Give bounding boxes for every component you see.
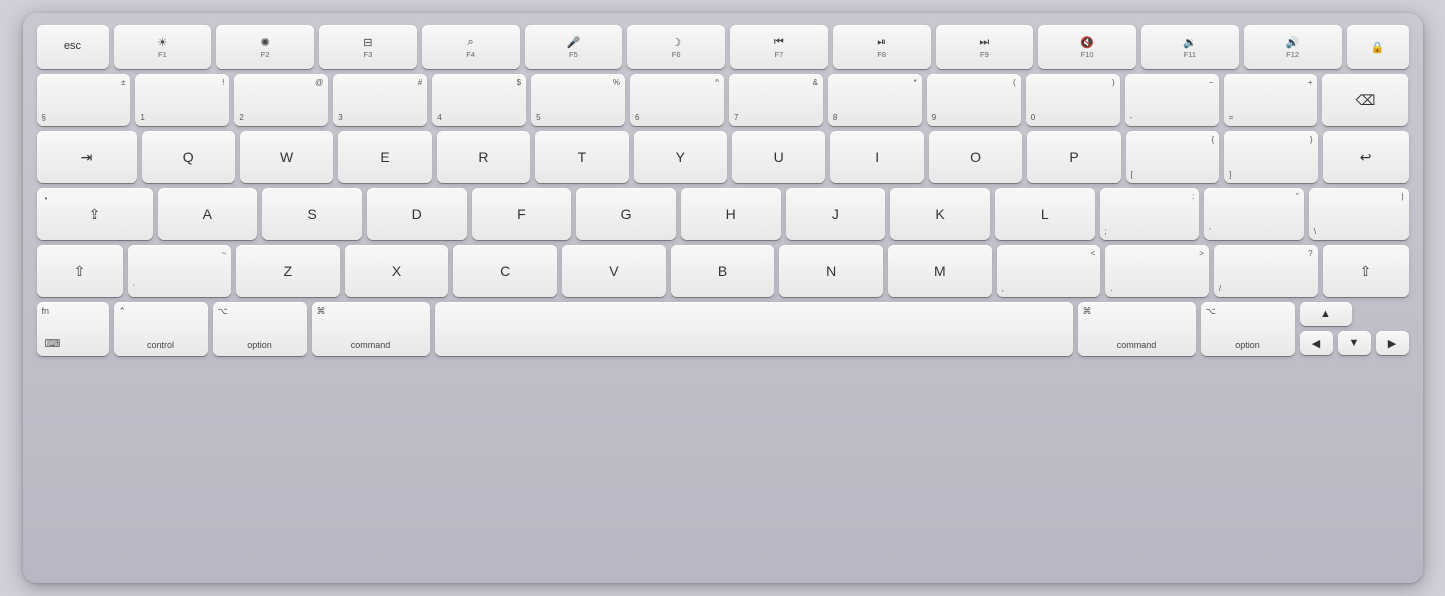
number-row: ± § ! 1 @ 2 # 3 $ 4 % 5 ^ 6 & 7 [37,74,1409,126]
keyboard: esc ☀ F1 ✺ F2 ⊟ F3 ⌕ F4 🎤 F5 ☽ F6 ⏮ F7 [23,13,1423,583]
key-s[interactable]: S [262,188,362,240]
key-c[interactable]: C [453,245,557,297]
key-6[interactable]: ^ 6 [630,74,724,126]
key-z[interactable]: Z [236,245,340,297]
key-f5[interactable]: 🎤 F5 [525,25,623,69]
key-g[interactable]: G [576,188,676,240]
key-backspace[interactable]: ⌫ [1322,74,1408,126]
key-backslash[interactable]: | \ [1309,188,1409,240]
key-7[interactable]: & 7 [729,74,823,126]
key-open-bracket[interactable]: { [ [1126,131,1219,183]
key-f6[interactable]: ☽ F6 [627,25,725,69]
qwerty-row: ⇥ Q W E R T Y U I O P { [37,131,1409,183]
key-t[interactable]: T [535,131,628,183]
key-f12[interactable]: 🔊 F12 [1244,25,1342,69]
key-period[interactable]: > . [1105,245,1209,297]
key-minus[interactable]: − - [1125,74,1219,126]
key-y[interactable]: Y [634,131,727,183]
key-fn[interactable]: fn ⌨ [37,302,109,356]
key-9[interactable]: ( 9 [927,74,1021,126]
key-0[interactable]: ) 0 [1026,74,1120,126]
key-arrow-up[interactable]: ▲ [1300,302,1352,326]
key-option-left[interactable]: ⌥ option [213,302,307,356]
key-n[interactable]: N [779,245,883,297]
key-shift-left[interactable]: ⇧ [37,245,123,297]
key-command-right[interactable]: ⌘ command [1078,302,1196,356]
key-f4[interactable]: ⌕ F4 [422,25,520,69]
key-f9[interactable]: ⏭ F9 [936,25,1034,69]
key-f3[interactable]: ⊟ F3 [319,25,417,69]
key-equals[interactable]: + = [1224,74,1318,126]
key-f8[interactable]: ⏯ F8 [833,25,931,69]
key-i[interactable]: I [830,131,923,183]
key-a[interactable]: A [158,188,258,240]
key-arrow-right[interactable]: ▶ [1376,331,1409,355]
key-arrow-left[interactable]: ◀ [1300,331,1333,355]
key-backtick[interactable]: ~ ` [128,245,232,297]
key-l[interactable]: L [995,188,1095,240]
key-f7[interactable]: ⏮ F7 [730,25,828,69]
key-command-left[interactable]: ⌘ command [312,302,430,356]
key-2[interactable]: @ 2 [234,74,328,126]
bottom-row: fn ⌨ ⌃ control ⌥ option ⌘ command ⌘ comm… [37,302,1409,356]
key-f10[interactable]: 🔇 F10 [1038,25,1136,69]
key-arrow-down[interactable]: ▼ [1338,331,1371,355]
key-5[interactable]: % 5 [531,74,625,126]
key-semicolon[interactable]: : ; [1100,188,1200,240]
key-d[interactable]: D [367,188,467,240]
key-1[interactable]: ! 1 [135,74,229,126]
arrow-up-row: ▲ [1300,302,1409,326]
arrow-bottom-row: ◀ ▼ ▶ [1300,331,1409,355]
key-slash[interactable]: ? / [1214,245,1318,297]
key-esc[interactable]: esc [37,25,109,69]
key-option-right[interactable]: ⌥ option [1201,302,1295,356]
key-tab[interactable]: ⇥ [37,131,137,183]
key-f2[interactable]: ✺ F2 [216,25,314,69]
key-m[interactable]: M [888,245,992,297]
key-k[interactable]: K [890,188,990,240]
key-o[interactable]: O [929,131,1022,183]
key-e[interactable]: E [338,131,431,183]
key-8[interactable]: * 8 [828,74,922,126]
key-comma[interactable]: < , [997,245,1101,297]
key-lock[interactable]: 🔒 [1347,25,1409,69]
key-section[interactable]: ± § [37,74,131,126]
key-close-bracket[interactable]: } ] [1224,131,1317,183]
key-v[interactable]: V [562,245,666,297]
arrow-cluster: ▲ ◀ ▼ ▶ [1300,302,1409,356]
key-caps-lock[interactable]: • ⇪ [37,188,153,240]
key-r[interactable]: R [437,131,530,183]
key-j[interactable]: J [786,188,886,240]
key-f11[interactable]: 🔉 F11 [1141,25,1239,69]
key-4[interactable]: $ 4 [432,74,526,126]
key-x[interactable]: X [345,245,449,297]
asdf-row: • ⇪ A S D F G H J K L : ; [37,188,1409,240]
key-3[interactable]: # 3 [333,74,427,126]
zxcv-row: ⇧ ~ ` Z X C V B N M < , > [37,245,1409,297]
key-b[interactable]: B [671,245,775,297]
key-p[interactable]: P [1027,131,1120,183]
key-h[interactable]: H [681,188,781,240]
key-return[interactable]: ↩ [1323,131,1409,183]
key-q[interactable]: Q [142,131,235,183]
key-f1[interactable]: ☀ F1 [114,25,212,69]
key-w[interactable]: W [240,131,333,183]
key-f[interactable]: F [472,188,572,240]
fn-row: esc ☀ F1 ✺ F2 ⊟ F3 ⌕ F4 🎤 F5 ☽ F6 ⏮ F7 [37,25,1409,69]
key-quote[interactable]: " ' [1204,188,1304,240]
key-control[interactable]: ⌃ control [114,302,208,356]
key-space[interactable] [435,302,1073,356]
key-u[interactable]: U [732,131,825,183]
key-shift-right[interactable]: ⇧ [1323,245,1409,297]
